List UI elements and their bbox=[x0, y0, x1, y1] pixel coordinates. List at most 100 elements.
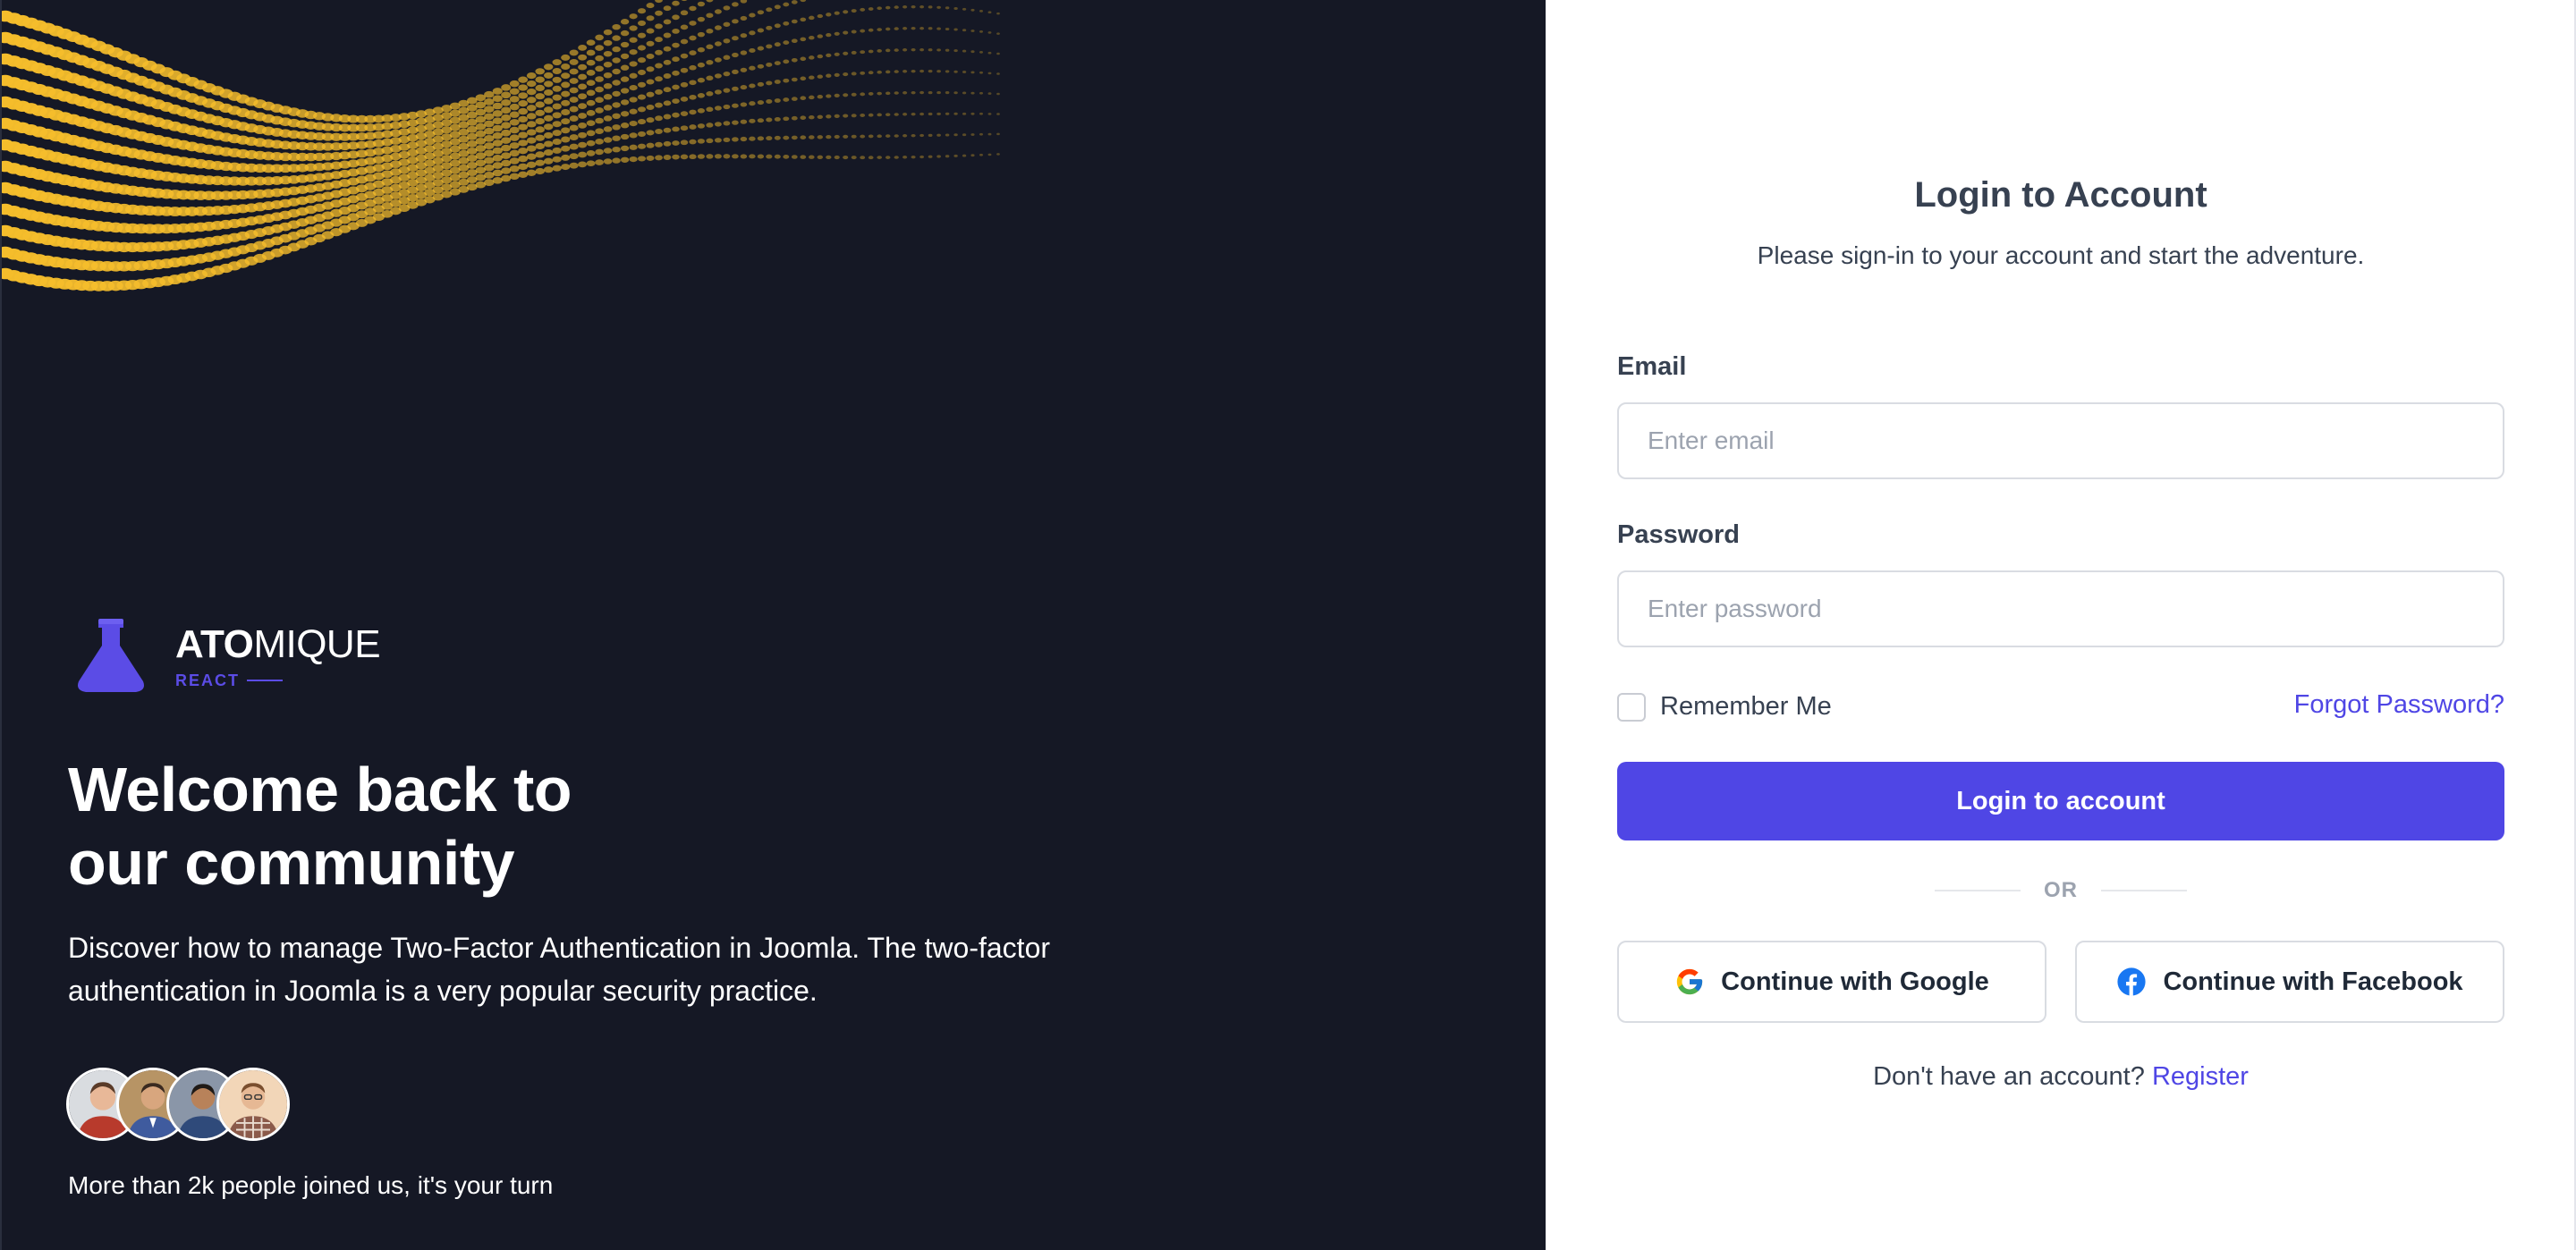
wave-dot bbox=[509, 96, 520, 103]
wave-dot bbox=[945, 27, 950, 31]
login-button[interactable]: Login to account bbox=[1617, 762, 2504, 840]
wave-dot bbox=[928, 69, 933, 73]
wave-dot bbox=[501, 106, 512, 114]
password-field[interactable] bbox=[1617, 570, 2504, 647]
wave-dot bbox=[680, 24, 689, 30]
wave-dot bbox=[655, 23, 663, 30]
wave-dot bbox=[766, 80, 773, 86]
wave-dot bbox=[509, 149, 520, 157]
wave-dot bbox=[868, 49, 874, 54]
register-link[interactable]: Register bbox=[2152, 1062, 2249, 1091]
wave-dot bbox=[586, 80, 596, 87]
wave-dot bbox=[620, 145, 630, 152]
forgot-password-link[interactable]: Forgot Password? bbox=[2294, 690, 2504, 720]
wave-dot bbox=[672, 14, 680, 21]
wave-dot bbox=[706, 60, 714, 65]
wave-dot bbox=[526, 153, 537, 160]
login-panel: Login to Account Please sign-in to your … bbox=[1546, 0, 2576, 1250]
wave-dot bbox=[646, 130, 655, 136]
wave-dot bbox=[603, 29, 613, 36]
wave-dot bbox=[492, 110, 503, 117]
wave-dot bbox=[714, 57, 722, 63]
email-field[interactable] bbox=[1617, 402, 2504, 479]
wave-dot bbox=[945, 112, 950, 115]
wave-dot bbox=[595, 76, 604, 82]
wave-dot bbox=[860, 50, 866, 55]
or-label: OR bbox=[2044, 878, 2078, 902]
wave-dot bbox=[595, 107, 604, 114]
wave-dot bbox=[697, 31, 705, 38]
wave-dot bbox=[543, 63, 554, 71]
wave-dot bbox=[569, 58, 579, 65]
wave-dot bbox=[817, 74, 824, 79]
wave-dot bbox=[578, 113, 588, 119]
google-button-label: Continue with Google bbox=[1721, 967, 1989, 996]
wave-dot bbox=[689, 94, 697, 100]
wave-dot bbox=[996, 153, 1000, 156]
wave-dot bbox=[526, 161, 537, 168]
wave-dot bbox=[877, 156, 882, 159]
wave-dot bbox=[629, 37, 638, 43]
wave-dot bbox=[578, 73, 588, 80]
wave-dot bbox=[817, 34, 824, 38]
wave-dot bbox=[962, 49, 967, 53]
wave-dot bbox=[501, 137, 512, 144]
wave-dot bbox=[603, 61, 613, 68]
facebook-button-label: Continue with Facebook bbox=[2163, 967, 2463, 996]
wave-dot bbox=[629, 144, 638, 150]
wave-dot bbox=[629, 84, 638, 91]
wave-dot bbox=[518, 100, 529, 107]
wave-dot bbox=[595, 117, 604, 124]
wave-dot bbox=[740, 0, 748, 4]
wave-dot bbox=[569, 124, 579, 131]
wave-dot bbox=[561, 99, 571, 106]
wave-dot bbox=[757, 136, 765, 141]
wave-dot bbox=[809, 55, 815, 60]
wave-dot bbox=[492, 124, 503, 132]
wave-dot bbox=[586, 59, 596, 66]
wave-dot bbox=[774, 117, 781, 122]
wave-dot bbox=[766, 62, 773, 67]
wave-dot bbox=[714, 25, 722, 30]
wave-dot bbox=[543, 114, 554, 122]
wave-dot bbox=[962, 29, 967, 32]
wave-dot bbox=[681, 0, 688, 2]
wave-dot bbox=[672, 154, 680, 160]
wave-dot bbox=[501, 174, 512, 182]
wave-dot bbox=[766, 99, 773, 104]
wave-dot bbox=[936, 48, 941, 52]
wave-dot bbox=[629, 61, 638, 67]
facebook-login-button[interactable]: Continue with Facebook bbox=[2075, 941, 2504, 1023]
wave-dot bbox=[484, 120, 495, 128]
wave-dot bbox=[629, 97, 638, 103]
wave-dot bbox=[535, 93, 545, 100]
wave-dot bbox=[518, 155, 529, 163]
remember-me[interactable]: Remember Me bbox=[1617, 692, 1832, 722]
wave-dot bbox=[586, 99, 596, 106]
wave-dot bbox=[637, 69, 647, 76]
wave-dot bbox=[714, 89, 722, 95]
wave-dot bbox=[809, 15, 815, 21]
brand-subtitle: REACT bbox=[175, 671, 380, 690]
wave-dot bbox=[936, 70, 941, 73]
google-login-button[interactable]: Continue with Google bbox=[1617, 941, 2046, 1023]
wave-dot bbox=[749, 118, 756, 123]
wave-dot bbox=[680, 97, 689, 102]
wave-dot bbox=[800, 0, 807, 3]
wave-dot bbox=[620, 41, 630, 48]
brand-sub-line bbox=[247, 680, 283, 681]
wave-dot bbox=[749, 101, 756, 106]
wave-dot bbox=[561, 118, 571, 125]
remember-me-checkbox[interactable] bbox=[1617, 692, 1646, 722]
wave-dot bbox=[817, 95, 824, 99]
wave-dot bbox=[535, 126, 545, 133]
wave-dot bbox=[936, 91, 941, 95]
wave-dot bbox=[663, 32, 672, 38]
wave-dot bbox=[680, 53, 689, 59]
wave-dot bbox=[732, 137, 739, 142]
wave-dot bbox=[774, 61, 781, 65]
wave-dot bbox=[800, 56, 807, 62]
wave-dot bbox=[518, 171, 529, 178]
wave-dot bbox=[620, 30, 630, 37]
wave-dot bbox=[569, 78, 579, 84]
